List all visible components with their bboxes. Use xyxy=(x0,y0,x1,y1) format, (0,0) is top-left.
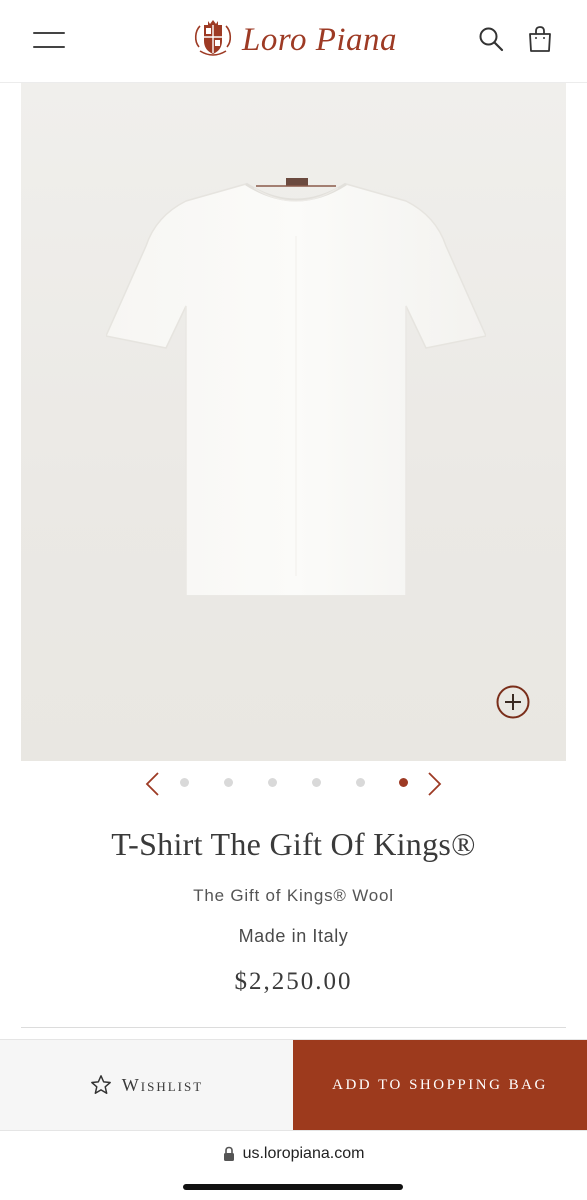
shopping-bag-icon[interactable] xyxy=(528,25,552,53)
search-icon[interactable] xyxy=(478,26,504,52)
site-header: Loro Piana xyxy=(0,0,587,83)
chevron-right-icon[interactable] xyxy=(426,771,444,797)
product-price: $2,250.00 xyxy=(234,968,353,995)
add-to-bag-button[interactable]: ADD TO SHOPPING BAG xyxy=(293,1040,587,1130)
wishlist-button[interactable]: Wishlist xyxy=(0,1040,293,1130)
product-origin: Made in Italy xyxy=(238,926,349,946)
product-title: T-Shirt The Gift Of Kings® xyxy=(111,826,476,862)
carousel-dot-4[interactable] xyxy=(312,778,321,787)
brand-wordmark: Loro Piana xyxy=(242,21,398,58)
browser-url-bar[interactable]: us.loropiana.com xyxy=(0,1134,587,1174)
chevron-left-icon[interactable] xyxy=(143,771,161,797)
zoom-plus-icon[interactable] xyxy=(496,685,530,719)
image-carousel-controls xyxy=(0,765,587,801)
lock-icon xyxy=(223,1146,234,1161)
star-icon xyxy=(90,1075,111,1094)
carousel-dot-5[interactable] xyxy=(356,778,365,787)
divider xyxy=(21,1027,566,1028)
carousel-dot-2[interactable] xyxy=(224,778,233,787)
home-indicator[interactable] xyxy=(183,1184,403,1190)
menu-icon[interactable] xyxy=(33,30,65,50)
action-bar: Wishlist ADD TO SHOPPING BAG xyxy=(0,1039,587,1131)
crest-logo-icon xyxy=(194,20,232,56)
brand-logo[interactable]: Loro Piana xyxy=(190,16,400,64)
menu-line-bottom xyxy=(33,46,65,48)
menu-line-top xyxy=(33,32,65,34)
product-material: The Gift of Kings® Wool xyxy=(193,886,394,905)
product-image[interactable] xyxy=(21,83,566,761)
url-text: us.loropiana.com xyxy=(242,1145,365,1162)
carousel-dot-1[interactable] xyxy=(180,778,189,787)
carousel-dot-3[interactable] xyxy=(268,778,277,787)
wishlist-label: Wishlist xyxy=(121,1074,204,1095)
carousel-dot-6[interactable] xyxy=(399,778,408,787)
tshirt-illustration xyxy=(106,178,486,596)
add-to-bag-label: ADD TO SHOPPING BAG xyxy=(332,1076,548,1093)
